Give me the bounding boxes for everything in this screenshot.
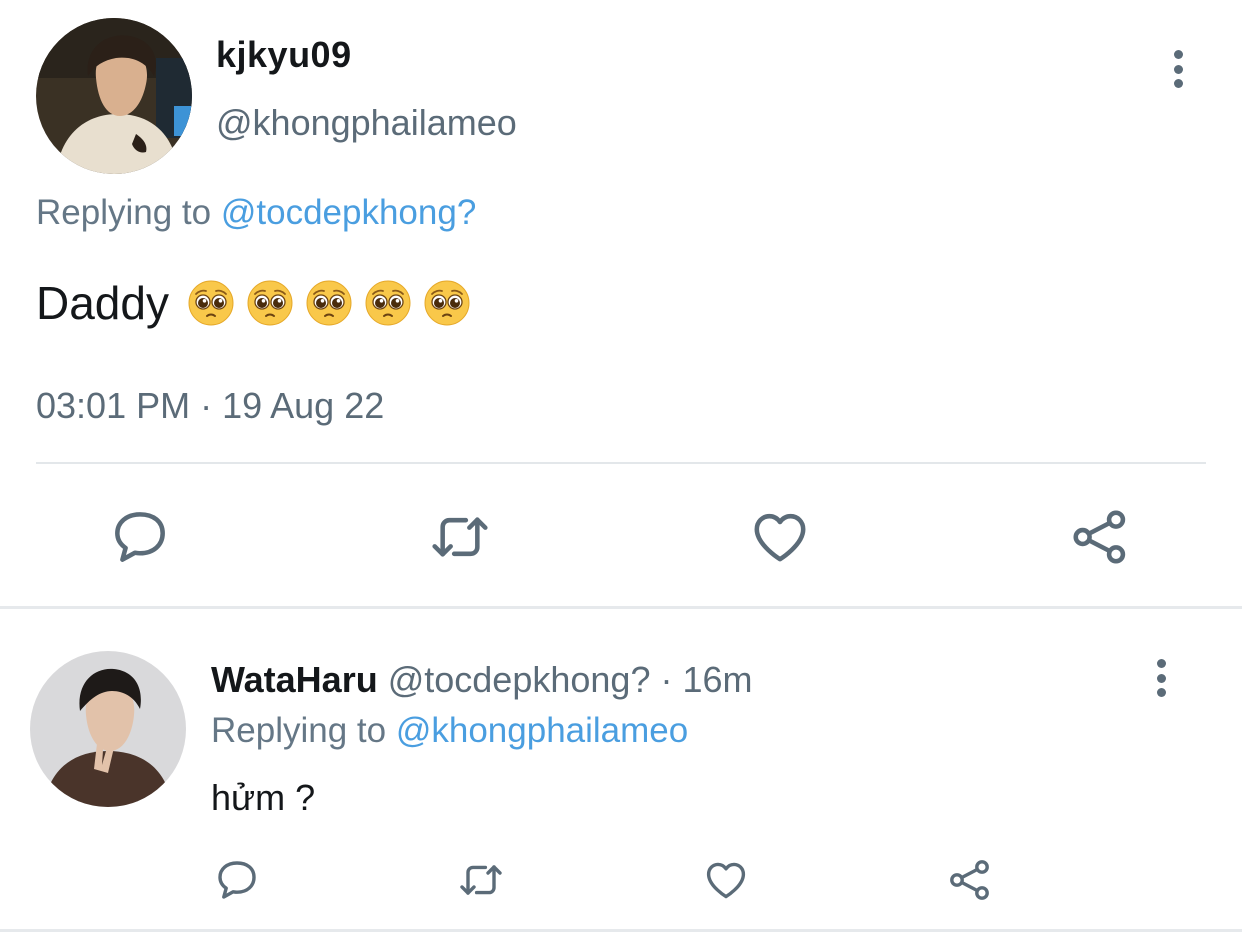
retweet-button[interactable] xyxy=(457,856,505,904)
reply-tweet[interactable]: WataHaru @tocdepkhong? · 16m Replying to… xyxy=(0,611,1242,932)
replying-to: Replying to @tocdepkhong? xyxy=(36,193,476,233)
pleading-face-emoji-icon xyxy=(246,279,294,327)
tweet-age: 16m xyxy=(682,659,753,700)
pleading-face-emoji-icon xyxy=(305,279,353,327)
retweet-button[interactable] xyxy=(428,505,492,569)
replying-prefix: Replying to xyxy=(36,193,212,232)
reply-button[interactable] xyxy=(108,505,172,569)
heart-icon xyxy=(702,856,750,904)
mention-link[interactable]: @khongphailameo xyxy=(396,711,688,750)
pleading-face-emoji-icon xyxy=(187,279,235,327)
reply-header: WataHaru @tocdepkhong? · 16m xyxy=(211,659,753,701)
user-handle[interactable]: @khongphailameo xyxy=(216,102,517,144)
reply-icon xyxy=(108,505,172,569)
user-photo xyxy=(36,18,192,174)
share-icon xyxy=(946,856,994,904)
reply-button[interactable] xyxy=(213,856,261,904)
share-button[interactable] xyxy=(1068,505,1132,569)
tweet-text: Daddy xyxy=(36,276,471,330)
heart-icon xyxy=(748,505,812,569)
like-button[interactable] xyxy=(702,856,750,904)
replying-prefix: Replying to xyxy=(211,711,387,750)
reply-icon xyxy=(213,856,261,904)
display-name[interactable]: kjkyu09 xyxy=(216,34,352,76)
retweet-icon xyxy=(457,856,505,904)
avatar[interactable] xyxy=(36,18,192,174)
avatar[interactable] xyxy=(30,651,186,807)
like-button[interactable] xyxy=(748,505,812,569)
more-options-icon[interactable] xyxy=(1151,659,1171,697)
tweet-body: hửm ? xyxy=(211,777,316,818)
user-handle[interactable]: @tocdepkhong? xyxy=(388,659,651,700)
mention-link[interactable]: @tocdepkhong? xyxy=(221,193,476,232)
retweet-icon xyxy=(428,505,492,569)
meta-separator: · xyxy=(650,659,683,700)
main-tweet: kjkyu09 @khongphailameo Replying to @toc… xyxy=(0,0,1242,608)
replying-to: Replying to @khongphailameo xyxy=(211,711,688,751)
share-icon xyxy=(1068,505,1132,569)
tweet-timestamp: 03:01 PM · 19 Aug 22 xyxy=(36,385,385,426)
tweet-body: Daddy xyxy=(36,277,169,329)
share-button[interactable] xyxy=(946,856,994,904)
pleading-face-emoji-icon xyxy=(423,279,471,327)
pleading-face-emoji-icon xyxy=(364,279,412,327)
user-photo xyxy=(30,651,186,807)
section-divider xyxy=(0,606,1242,609)
emoji-group xyxy=(187,279,471,327)
more-options-icon[interactable] xyxy=(1168,50,1188,88)
divider xyxy=(36,462,1206,464)
display-name[interactable]: WataHaru xyxy=(211,659,378,700)
